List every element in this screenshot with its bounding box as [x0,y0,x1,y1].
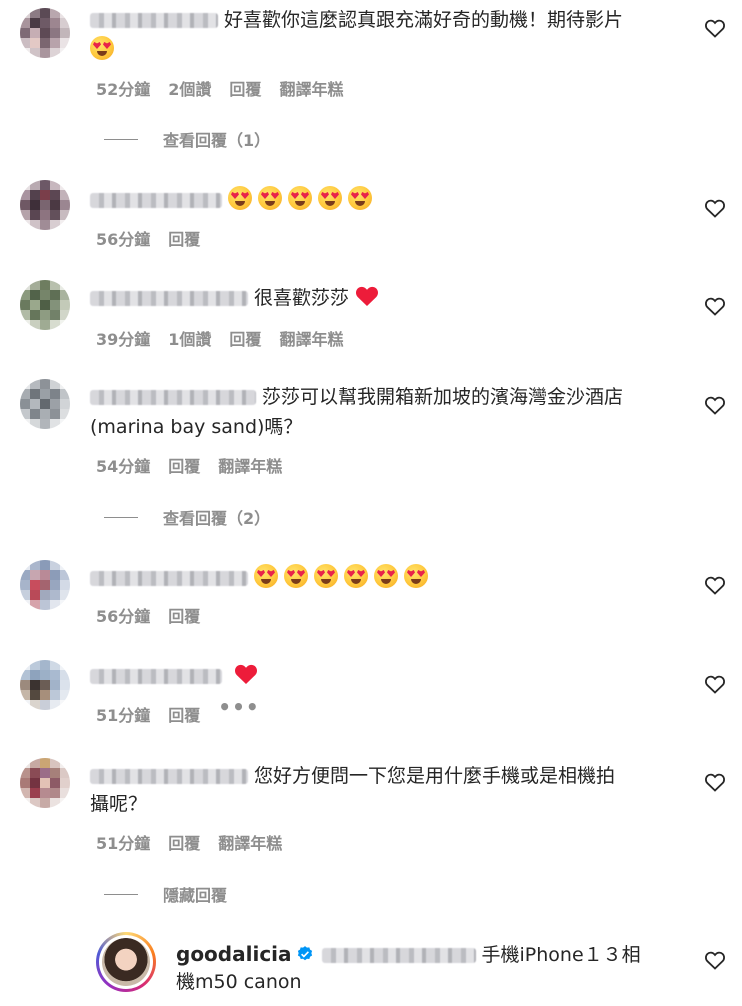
comment-text-line-2: 攝呢？ [90,793,148,815]
comment-text: 好喜歡你這麼認真跟充滿好奇的動機！期待影片 [90,4,682,36]
divider-line [104,516,138,518]
red-heart-emoji [356,286,379,306]
comment-meta: 39分鐘 1個讚 回覆 翻譯年糕 [96,326,361,350]
reply-button[interactable]: 回覆 [168,702,200,726]
avatar[interactable] [20,660,70,710]
likes-count[interactable]: 2個讚 [168,76,211,100]
heart-eyes-emoji [228,186,252,210]
timestamp: 56分鐘 [96,230,151,249]
reply-button[interactable]: 回覆 [168,603,200,627]
avatar[interactable] [20,180,70,230]
heart-eyes-emoji [90,36,114,60]
avatar[interactable] [20,379,70,429]
timestamp: 54分鐘 [96,457,151,476]
timestamp: 51分鐘 [96,706,151,725]
heart-eyes-emoji [284,564,308,588]
translate-button[interactable]: 翻譯年糕 [218,830,282,854]
timestamp: 52分鐘 [96,80,151,99]
timestamp: 56分鐘 [96,607,151,626]
reply-button[interactable]: 回覆 [168,453,200,477]
comment-text: 莎莎可以幫我開箱新加坡的濱海灣金沙酒店 [90,381,682,413]
username[interactable] [90,390,256,405]
heart-eyes-emoji [288,186,312,210]
verified-badge-icon [297,946,312,961]
like-heart-icon[interactable] [703,196,729,222]
comment-text [90,660,682,692]
view-replies-label: 查看回覆（2） [163,509,271,528]
reply-username[interactable]: goodalicia [176,942,292,966]
heart-eyes-emoji [344,564,368,588]
comment-text [90,184,682,216]
like-heart-icon[interactable] [703,770,729,796]
mentioned-username[interactable] [321,948,476,963]
timestamp: 51分鐘 [96,834,151,853]
username[interactable] [90,571,248,586]
heart-eyes-emoji [374,564,398,588]
heart-eyes-emoji [348,186,372,210]
divider-line [104,893,138,895]
username[interactable] [90,669,222,684]
view-replies-label: 查看回覆（1） [163,131,271,150]
comment-emoji-row [90,34,682,66]
reply-button[interactable]: 回覆 [229,76,261,100]
reply-button[interactable]: 回覆 [229,326,261,350]
like-heart-icon[interactable] [703,294,729,320]
username[interactable] [90,291,248,306]
avatar[interactable] [20,758,70,808]
avatar[interactable] [20,280,70,330]
reply-text-line-2: 機m50 canon [176,971,302,993]
hide-replies-button[interactable]: 隱藏回覆 [104,882,227,906]
like-heart-icon[interactable] [703,672,729,698]
comment-meta: 51分鐘 回覆 翻譯年糕 [96,830,300,854]
like-heart-icon[interactable] [703,16,729,42]
comment-meta: 54分鐘 回覆 翻譯年糕 [96,453,300,477]
heart-eyes-emoji [258,186,282,210]
reply-button[interactable]: 回覆 [168,830,200,854]
red-heart-emoji [235,664,258,684]
comment-text [90,562,682,594]
hide-replies-label: 隱藏回覆 [163,886,228,905]
avatar[interactable] [20,560,70,610]
like-heart-icon[interactable] [703,948,729,974]
comment-meta: 52分鐘 2個讚 回覆 翻譯年糕 [96,76,361,100]
comment-meta: 51分鐘 回覆 ••• [96,697,278,726]
reply-button[interactable]: 回覆 [168,226,200,250]
comment-text: 很喜歡莎莎 [90,282,682,314]
translate-button[interactable]: 翻譯年糕 [279,76,343,100]
username[interactable] [90,769,248,784]
view-replies-button[interactable]: 查看回覆（1） [104,127,270,151]
username[interactable] [90,13,218,28]
username[interactable] [90,193,222,208]
timestamp: 39分鐘 [96,330,151,349]
translate-button[interactable]: 翻譯年糕 [218,453,282,477]
comment-meta: 56分鐘 回覆 [96,226,218,250]
heart-eyes-emoji [254,564,278,588]
comment-text-line-2: (marina bay sand)嗎？ [90,416,303,438]
view-replies-button[interactable]: 查看回覆（2） [104,505,270,529]
heart-eyes-emoji [314,564,338,588]
heart-eyes-emoji [404,564,428,588]
comment-meta: 56分鐘 回覆 [96,603,218,627]
avatar[interactable] [20,8,70,58]
avatar[interactable] [96,932,156,992]
likes-count[interactable]: 1個讚 [168,326,211,350]
more-options-icon[interactable]: ••• [218,697,259,726]
like-heart-icon[interactable] [703,393,729,419]
heart-eyes-emoji [318,186,342,210]
translate-button[interactable]: 翻譯年糕 [279,326,343,350]
divider-line [104,138,138,140]
like-heart-icon[interactable] [703,573,729,599]
